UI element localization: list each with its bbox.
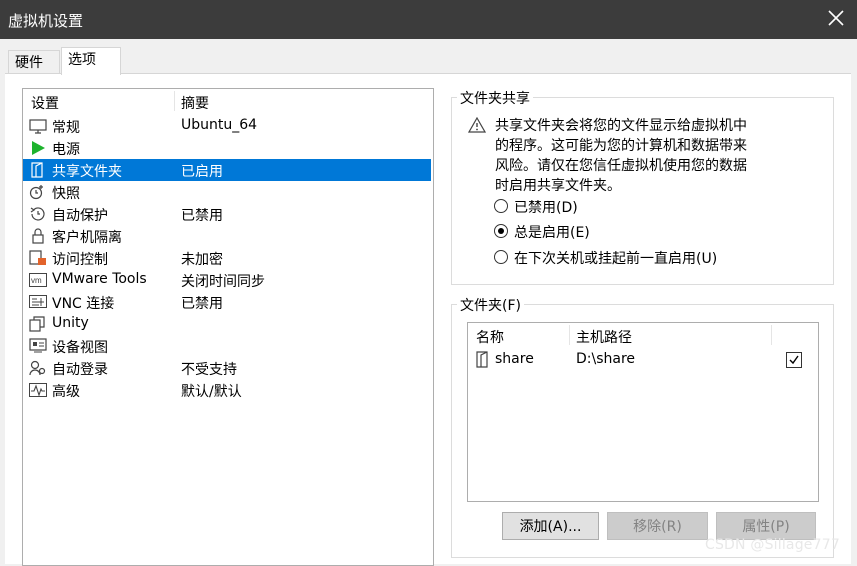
device-view-icon xyxy=(29,338,47,353)
column-header-host-path[interactable]: 主机路径 xyxy=(576,327,632,347)
title-bar: 虚拟机设置 xyxy=(0,0,857,39)
monitor-icon xyxy=(29,119,47,134)
snapshot-icon xyxy=(29,185,43,200)
svg-text:vm: vm xyxy=(31,276,42,285)
settings-item-label: VNC 连接 xyxy=(52,296,115,312)
settings-item-summary: 已禁用 xyxy=(181,296,223,312)
unity-icon xyxy=(29,316,45,332)
properties-button[interactable]: 属性(P) xyxy=(716,512,816,540)
settings-item-label: 共享文件夹 xyxy=(52,164,122,180)
column-header-summary[interactable]: 摘要 xyxy=(181,93,209,113)
settings-item-summary: 已启用 xyxy=(181,164,223,180)
folder-name: share xyxy=(495,351,534,367)
settings-item-label: 访问控制 xyxy=(52,252,108,268)
radio-disabled[interactable]: 已禁用(D) xyxy=(494,197,754,217)
settings-item-label: 客户机隔离 xyxy=(52,230,122,246)
vnc-icon xyxy=(29,295,47,308)
settings-item-label: 自动保护 xyxy=(52,208,108,224)
settings-item-label: 自动登录 xyxy=(52,362,108,378)
tab-strip: 硬件 选项 xyxy=(0,39,857,75)
settings-item-summary: 不受支持 xyxy=(181,362,237,378)
settings-item-autologin[interactable]: 自动登录 不受支持 xyxy=(23,357,431,379)
warning-line: 风险。请仅在您信任虚拟机使用您的数据 xyxy=(495,158,747,174)
window-title: 虚拟机设置 xyxy=(8,12,84,30)
settings-list[interactable]: 设置 摘要 常规 Ubuntu_64 电源 共享文件夹 已启用 快照 自动保护 … xyxy=(22,88,434,566)
settings-item-label: 高级 xyxy=(52,384,80,400)
close-icon[interactable] xyxy=(826,8,846,28)
settings-item-label: Unity xyxy=(52,315,89,331)
settings-item-vnc[interactable]: VNC 连接 已禁用 xyxy=(23,291,431,313)
settings-item-label: 电源 xyxy=(52,142,80,158)
vm-icon: vm xyxy=(29,273,47,287)
settings-item-summary: 默认/默认 xyxy=(181,384,242,400)
checkmark-icon xyxy=(789,355,799,365)
settings-item-summary: 关闭时间同步 xyxy=(181,274,265,290)
column-divider[interactable] xyxy=(569,325,570,345)
access-control-icon xyxy=(29,250,46,265)
shared-folder-icon xyxy=(31,162,43,178)
column-header-name[interactable]: 名称 xyxy=(476,327,504,347)
radio-label: 在下次关机或挂起前一直启用(U) xyxy=(514,251,718,267)
settings-item-general[interactable]: 常规 Ubuntu_64 xyxy=(23,115,431,137)
tab-hardware[interactable]: 硬件 xyxy=(8,50,60,75)
lock-icon xyxy=(32,228,44,244)
settings-item-access-control[interactable]: 访问控制 未加密 xyxy=(23,247,431,269)
folder-enabled-checkbox[interactable] xyxy=(786,352,802,368)
radio-label: 已禁用(D) xyxy=(514,200,578,216)
warning-line: 共享文件夹会将您的文件显示给虚拟机中 xyxy=(495,118,747,134)
settings-item-summary: 已禁用 xyxy=(181,208,223,224)
settings-item-label: 设备视图 xyxy=(52,340,108,356)
settings-item-shared-folders[interactable]: 共享文件夹 已启用 xyxy=(23,159,431,181)
warning-icon xyxy=(468,117,486,133)
sharing-warning-text: 共享文件夹会将您的文件显示给虚拟机中 的程序。这可能为您的计算机和数据带来 风险… xyxy=(495,116,775,196)
power-play-icon xyxy=(32,141,45,155)
folder-path: D:\share xyxy=(576,351,636,367)
radio-label: 总是启用(E) xyxy=(514,225,590,241)
settings-item-label: VMware Tools xyxy=(52,271,147,287)
settings-list-header: 设置 摘要 xyxy=(23,89,433,113)
settings-item-unity[interactable]: Unity xyxy=(23,313,431,335)
tab-options[interactable]: 选项 xyxy=(61,47,121,75)
watermark: CSDN @Sillage777 xyxy=(705,537,840,553)
radio-button-selected[interactable] xyxy=(494,224,508,238)
settings-item-label: 常规 xyxy=(52,120,80,136)
settings-item-isolation[interactable]: 客户机隔离 xyxy=(23,225,431,247)
folder-row[interactable]: share D:\share xyxy=(468,349,816,371)
folders-list[interactable]: 名称 主机路径 share D:\share xyxy=(467,322,819,502)
radio-always-enabled[interactable]: 总是启用(E) xyxy=(494,222,754,242)
remove-button[interactable]: 移除(R) xyxy=(607,512,708,540)
radio-button[interactable] xyxy=(494,199,508,213)
settings-item-power[interactable]: 电源 xyxy=(23,137,431,159)
folder-sharing-title: 文件夹共享 xyxy=(457,88,533,108)
column-divider[interactable] xyxy=(174,91,175,111)
shared-folder-icon xyxy=(476,351,488,368)
settings-item-device-view[interactable]: 设备视图 xyxy=(23,335,431,357)
radio-button[interactable] xyxy=(494,250,508,264)
settings-item-summary: Ubuntu_64 xyxy=(181,117,258,133)
settings-item-autoprotect[interactable]: 自动保护 已禁用 xyxy=(23,203,431,225)
settings-item-advanced[interactable]: 高级 默认/默认 xyxy=(23,379,431,401)
warning-line: 时启用共享文件夹。 xyxy=(495,178,621,194)
advanced-icon xyxy=(29,383,47,397)
column-header-setting[interactable]: 设置 xyxy=(31,93,59,113)
add-button[interactable]: 添加(A)... xyxy=(502,512,599,540)
column-divider[interactable] xyxy=(771,325,772,345)
autologin-icon xyxy=(29,360,46,376)
warning-line: 的程序。这可能为您的计算机和数据带来 xyxy=(495,138,747,154)
autoprotect-icon xyxy=(30,207,45,221)
settings-item-snapshot[interactable]: 快照 xyxy=(23,181,431,203)
radio-until-poweroff[interactable]: 在下次关机或挂起前一直启用(U) xyxy=(494,248,754,268)
settings-item-label: 快照 xyxy=(52,186,80,202)
folders-title: 文件夹(F) xyxy=(457,295,524,315)
settings-item-summary: 未加密 xyxy=(181,252,223,268)
settings-item-vmware-tools[interactable]: vm VMware Tools 关闭时间同步 xyxy=(23,269,431,291)
